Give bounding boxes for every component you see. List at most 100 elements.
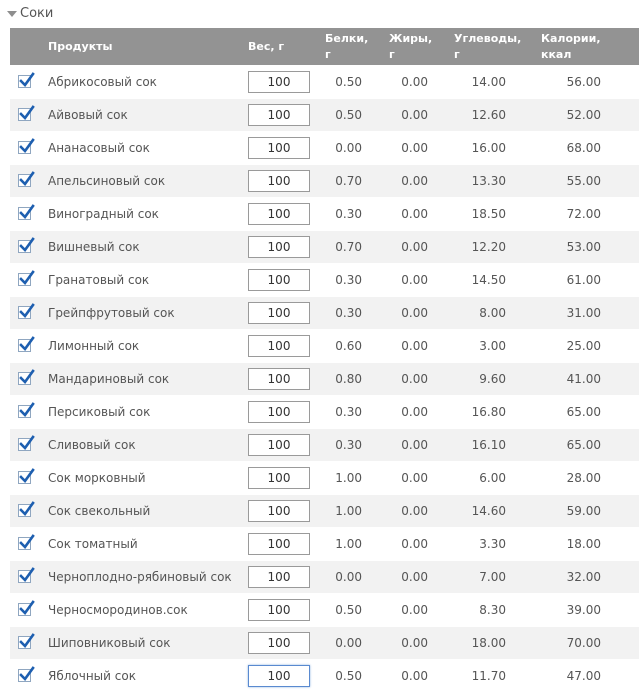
table-row: Лимонный сок 0.60 0.00 3.00 25.00: [10, 329, 639, 362]
fat-value: 0.00: [401, 504, 428, 518]
weight-input[interactable]: [248, 566, 310, 588]
fat-value: 0.00: [401, 306, 428, 320]
row-checkbox[interactable]: [18, 666, 35, 682]
weight-input[interactable]: [248, 302, 310, 324]
weight-input[interactable]: [248, 104, 310, 126]
table-header: Продукты Вес, г Белки, г Жиры, г Углевод…: [10, 28, 639, 65]
header-fat: Жиры, г: [389, 32, 433, 61]
row-checkbox[interactable]: [18, 204, 35, 220]
carbs-value: 9.60: [479, 372, 506, 386]
row-checkbox[interactable]: [18, 633, 35, 649]
row-checkbox[interactable]: [18, 336, 35, 352]
table-row: Виноградный сок 0.30 0.00 18.50 72.00: [10, 197, 639, 230]
fat-value: 0.00: [401, 108, 428, 122]
carbs-value: 14.60: [471, 504, 506, 518]
carbs-value: 3.30: [479, 537, 506, 551]
product-name: Черносмородинов.сок: [48, 603, 188, 617]
product-name: Ананасовый сок: [48, 141, 150, 155]
carbs-value: 3.00: [479, 339, 506, 353]
protein-value: 0.30: [335, 438, 362, 452]
table-row: Яблочный сок 0.50 0.00 11.70 47.00: [10, 659, 639, 692]
fat-value: 0.00: [401, 669, 428, 683]
carbs-value: 11.70: [471, 669, 506, 683]
carbs-value: 16.80: [471, 405, 506, 419]
protein-value: 0.30: [335, 306, 362, 320]
protein-value: 0.00: [335, 570, 362, 584]
product-name: Сок морковный: [48, 471, 146, 485]
protein-value: 0.60: [335, 339, 362, 353]
protein-value: 0.50: [335, 603, 362, 617]
row-checkbox[interactable]: [18, 567, 35, 583]
protein-value: 0.50: [335, 669, 362, 683]
calories-value: 55.00: [566, 174, 601, 188]
weight-input[interactable]: [248, 269, 310, 291]
weight-input[interactable]: [248, 434, 310, 456]
calories-value: 32.00: [566, 570, 601, 584]
collapse-triangle-icon[interactable]: [7, 11, 17, 17]
weight-input[interactable]: [248, 467, 310, 489]
weight-input[interactable]: [248, 401, 310, 423]
row-checkbox[interactable]: [18, 138, 35, 154]
product-name: Мандариновый сок: [48, 372, 170, 386]
row-checkbox[interactable]: [18, 501, 35, 517]
table-row: Сок свекольный 1.00 0.00 14.60 59.00: [10, 494, 639, 527]
row-checkbox[interactable]: [18, 369, 35, 385]
product-name: Черноплодно-рябиновый сок: [48, 570, 232, 584]
weight-input[interactable]: [248, 335, 310, 357]
product-name: Шиповниковый сок: [48, 636, 171, 650]
header-protein: Белки, г: [325, 32, 369, 61]
row-checkbox[interactable]: [18, 105, 35, 121]
calories-value: 72.00: [566, 207, 601, 221]
row-checkbox[interactable]: [18, 72, 35, 88]
product-name: Вишневый сок: [48, 240, 140, 254]
calories-value: 47.00: [566, 669, 601, 683]
nutrition-table: Продукты Вес, г Белки, г Жиры, г Углевод…: [10, 28, 639, 692]
calories-value: 61.00: [566, 273, 601, 287]
header-calories: Калории, ккал: [541, 32, 601, 61]
calories-value: 41.00: [566, 372, 601, 386]
row-checkbox[interactable]: [18, 468, 35, 484]
carbs-value: 12.60: [471, 108, 506, 122]
weight-input[interactable]: [248, 236, 310, 258]
row-checkbox[interactable]: [18, 600, 35, 616]
row-checkbox[interactable]: [18, 171, 35, 187]
product-name: Гранатовый сок: [48, 273, 150, 287]
row-checkbox[interactable]: [18, 435, 35, 451]
carbs-value: 8.00: [479, 306, 506, 320]
fat-value: 0.00: [401, 471, 428, 485]
weight-input[interactable]: [248, 137, 310, 159]
weight-input[interactable]: [248, 665, 310, 687]
row-checkbox[interactable]: [18, 303, 35, 319]
table-row: Гранатовый сок 0.30 0.00 14.50 61.00: [10, 263, 639, 296]
table-row: Шиповниковый сок 0.00 0.00 18.00 70.00: [10, 626, 639, 659]
calories-value: 65.00: [566, 438, 601, 452]
weight-input[interactable]: [248, 599, 310, 621]
checkmark-icon: [19, 534, 35, 549]
header-carbs: Углеводы, г: [454, 32, 522, 61]
row-checkbox[interactable]: [18, 237, 35, 253]
protein-value: 0.70: [335, 240, 362, 254]
weight-input[interactable]: [248, 368, 310, 390]
weight-input[interactable]: [248, 533, 310, 555]
weight-input[interactable]: [248, 203, 310, 225]
weight-input[interactable]: [248, 71, 310, 93]
protein-value: 0.30: [335, 207, 362, 221]
protein-value: 1.00: [335, 504, 362, 518]
row-checkbox[interactable]: [18, 534, 35, 550]
checkmark-icon: [19, 369, 35, 384]
fat-value: 0.00: [401, 537, 428, 551]
checkmark-icon: [19, 633, 35, 648]
weight-input[interactable]: [248, 500, 310, 522]
weight-input[interactable]: [248, 170, 310, 192]
row-checkbox[interactable]: [18, 270, 35, 286]
checkmark-icon: [19, 600, 35, 615]
table-row: Персиковый сок 0.30 0.00 16.80 65.00: [10, 395, 639, 428]
carbs-value: 16.10: [471, 438, 506, 452]
calories-value: 31.00: [566, 306, 601, 320]
carbs-value: 8.30: [479, 603, 506, 617]
row-checkbox[interactable]: [18, 402, 35, 418]
section-header[interactable]: Соки: [0, 0, 639, 26]
product-name: Абрикосовый сок: [48, 75, 157, 89]
weight-input[interactable]: [248, 632, 310, 654]
product-name: Апельсиновый сок: [48, 174, 166, 188]
